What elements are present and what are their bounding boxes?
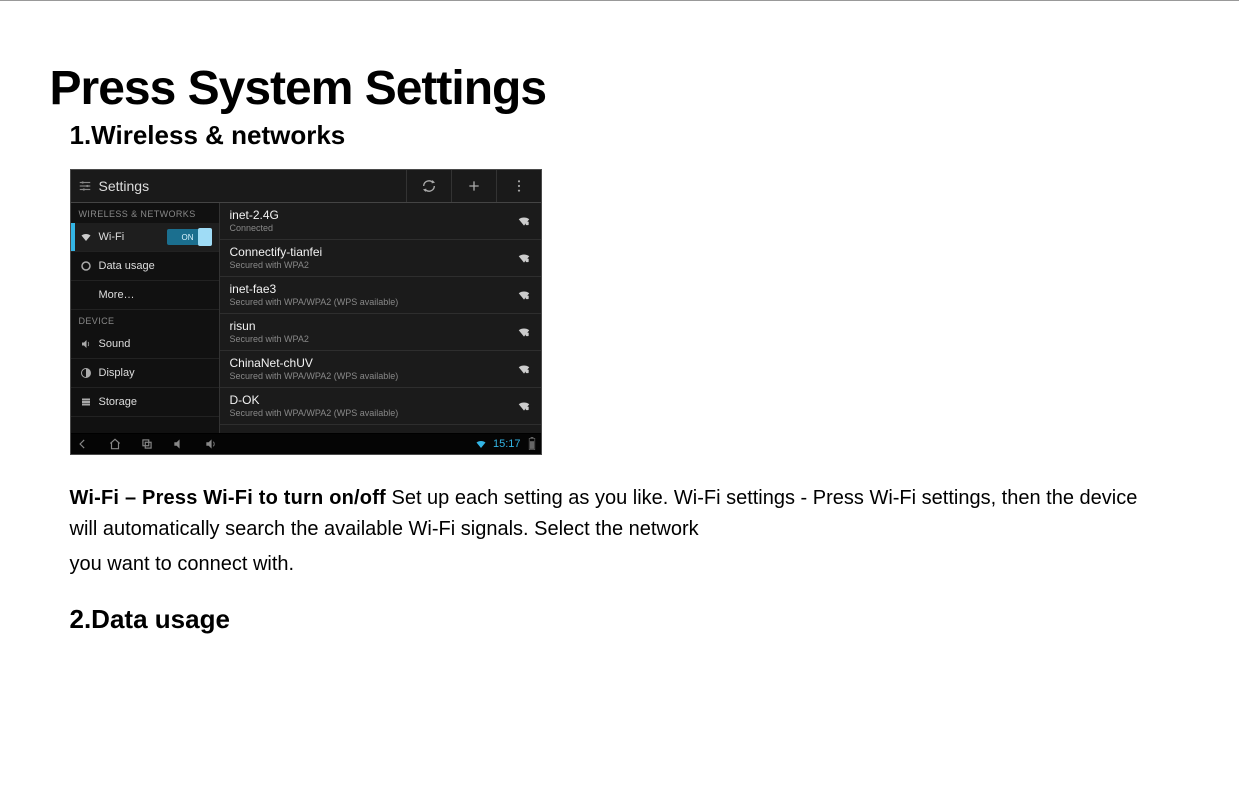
wifi-signal-secured-icon	[517, 399, 531, 413]
sidebar-item-wifi[interactable]: Wi-Fi ON	[71, 223, 219, 252]
network-name: D-OK	[230, 394, 517, 408]
back-button[interactable]	[75, 436, 91, 452]
wifi-signal-icon	[517, 214, 531, 228]
wifi-network-list: inet-2.4G Connected Connectify-tianfei S…	[220, 203, 541, 433]
network-status: Secured with WPA/WPA2 (WPS available)	[230, 297, 517, 308]
overflow-menu-button[interactable]	[496, 170, 541, 202]
settings-icon	[77, 178, 93, 194]
wifi-status-icon	[475, 438, 487, 450]
wifi-signal-secured-icon	[517, 362, 531, 376]
settings-body: WIRELESS & NETWORKS Wi-Fi ON Data	[71, 203, 541, 433]
document-page: Press System Settings 1.Wireless & netwo…	[70, 1, 1170, 675]
android-navbar: 15:17	[71, 433, 541, 454]
volume-up-button[interactable]	[203, 436, 219, 452]
recent-apps-button[interactable]	[139, 436, 155, 452]
wifi-description-para: Wi-Fi – Press Wi-Fi to turn on/off Set u…	[70, 485, 1170, 578]
titlebar-left: Settings	[71, 178, 406, 194]
section-2-heading: 2.Data usage	[70, 604, 1170, 635]
network-item[interactable]: inet-fae3 Secured with WPA/WPA2 (WPS ava…	[220, 277, 541, 314]
wifi-bold-lead: Wi-Fi – Press Wi-Fi to turn on/off	[70, 487, 386, 509]
sidebar-item-label: Sound	[99, 338, 131, 350]
wifi-toggle[interactable]: ON	[167, 229, 211, 245]
network-name: inet-fae3	[230, 283, 517, 297]
wifi-para-line2: will automatically search the available …	[70, 516, 1170, 543]
network-item-text: inet-fae3 Secured with WPA/WPA2 (WPS ava…	[230, 283, 517, 308]
network-item-text: Connectify-tianfei Secured with WPA2	[230, 246, 517, 271]
network-item-text: ChinaNet-chUV Secured with WPA/WPA2 (WPS…	[230, 357, 517, 382]
titlebar-title: Settings	[99, 178, 150, 194]
network-item[interactable]: inet-2.4G Connected	[220, 203, 541, 240]
network-status: Secured with WPA/WPA2 (WPS available)	[230, 408, 517, 419]
sidebar-item-label: Storage	[99, 396, 138, 408]
wifi-signal-secured-icon	[517, 325, 531, 339]
network-status: Connected	[230, 223, 517, 234]
add-network-button[interactable]	[451, 170, 496, 202]
sidebar-item-storage[interactable]: Storage	[71, 388, 219, 417]
sidebar-item-sound[interactable]: Sound	[71, 330, 219, 359]
navbar-right: 15:17	[475, 437, 537, 451]
network-item-text: risun Secured with WPA2	[230, 320, 517, 345]
wifi-icon	[79, 230, 93, 244]
wifi-para-line3: you want to connect with.	[70, 551, 1170, 578]
sidebar-item-label: Display	[99, 367, 135, 379]
sidebar-header-device: DEVICE	[71, 310, 219, 330]
android-settings-screenshot: Settings WIRELESS & NETWORKS	[70, 169, 542, 455]
wifi-para-rest: Set up each setting as you like. Wi-Fi s…	[386, 487, 1137, 509]
volume-down-button[interactable]	[171, 436, 187, 452]
sound-icon	[79, 337, 93, 351]
network-name: inet-2.4G	[230, 209, 517, 223]
doc-title: Press System Settings	[50, 61, 1170, 116]
sidebar-item-label: Wi-Fi	[99, 231, 125, 243]
toggle-knob	[198, 228, 212, 246]
sidebar-item-label: More…	[99, 289, 135, 301]
network-status: Secured with WPA2	[230, 260, 517, 271]
network-item[interactable]: Connectify-tianfei Secured with WPA2	[220, 240, 541, 277]
network-item[interactable]: ChinaNet-chUV Secured with WPA/WPA2 (WPS…	[220, 351, 541, 388]
sidebar-item-data-usage[interactable]: Data usage	[71, 252, 219, 281]
navbar-left	[75, 436, 459, 452]
wifi-signal-secured-icon	[517, 251, 531, 265]
status-clock: 15:17	[493, 438, 521, 450]
network-name: ChinaNet-chUV	[230, 357, 517, 371]
network-status: Secured with WPA2	[230, 334, 517, 345]
settings-sidebar: WIRELESS & NETWORKS Wi-Fi ON Data	[71, 203, 220, 433]
network-item[interactable]: risun Secured with WPA2	[220, 314, 541, 351]
battery-status-icon	[527, 437, 537, 451]
storage-icon	[79, 395, 93, 409]
toggle-label: ON	[182, 233, 194, 242]
data-usage-icon	[79, 259, 93, 273]
home-button[interactable]	[107, 436, 123, 452]
sidebar-item-more[interactable]: More…	[71, 281, 219, 310]
section-1-heading: 1.Wireless & networks	[70, 120, 1170, 151]
sidebar-header-wireless: WIRELESS & NETWORKS	[71, 203, 219, 223]
wifi-signal-secured-icon	[517, 288, 531, 302]
network-item[interactable]: D-OK Secured with WPA/WPA2 (WPS availabl…	[220, 388, 541, 425]
sidebar-item-label: Data usage	[99, 260, 155, 272]
blank-icon	[79, 288, 93, 302]
sidebar-item-display[interactable]: Display	[71, 359, 219, 388]
network-item-text: inet-2.4G Connected	[230, 209, 517, 234]
network-status: Secured with WPA/WPA2 (WPS available)	[230, 371, 517, 382]
network-name: risun	[230, 320, 517, 334]
display-icon	[79, 366, 93, 380]
network-item-text: D-OK Secured with WPA/WPA2 (WPS availabl…	[230, 394, 517, 419]
scan-button[interactable]	[406, 170, 451, 202]
titlebar: Settings	[71, 170, 541, 203]
network-name: Connectify-tianfei	[230, 246, 517, 260]
titlebar-actions	[406, 170, 541, 202]
